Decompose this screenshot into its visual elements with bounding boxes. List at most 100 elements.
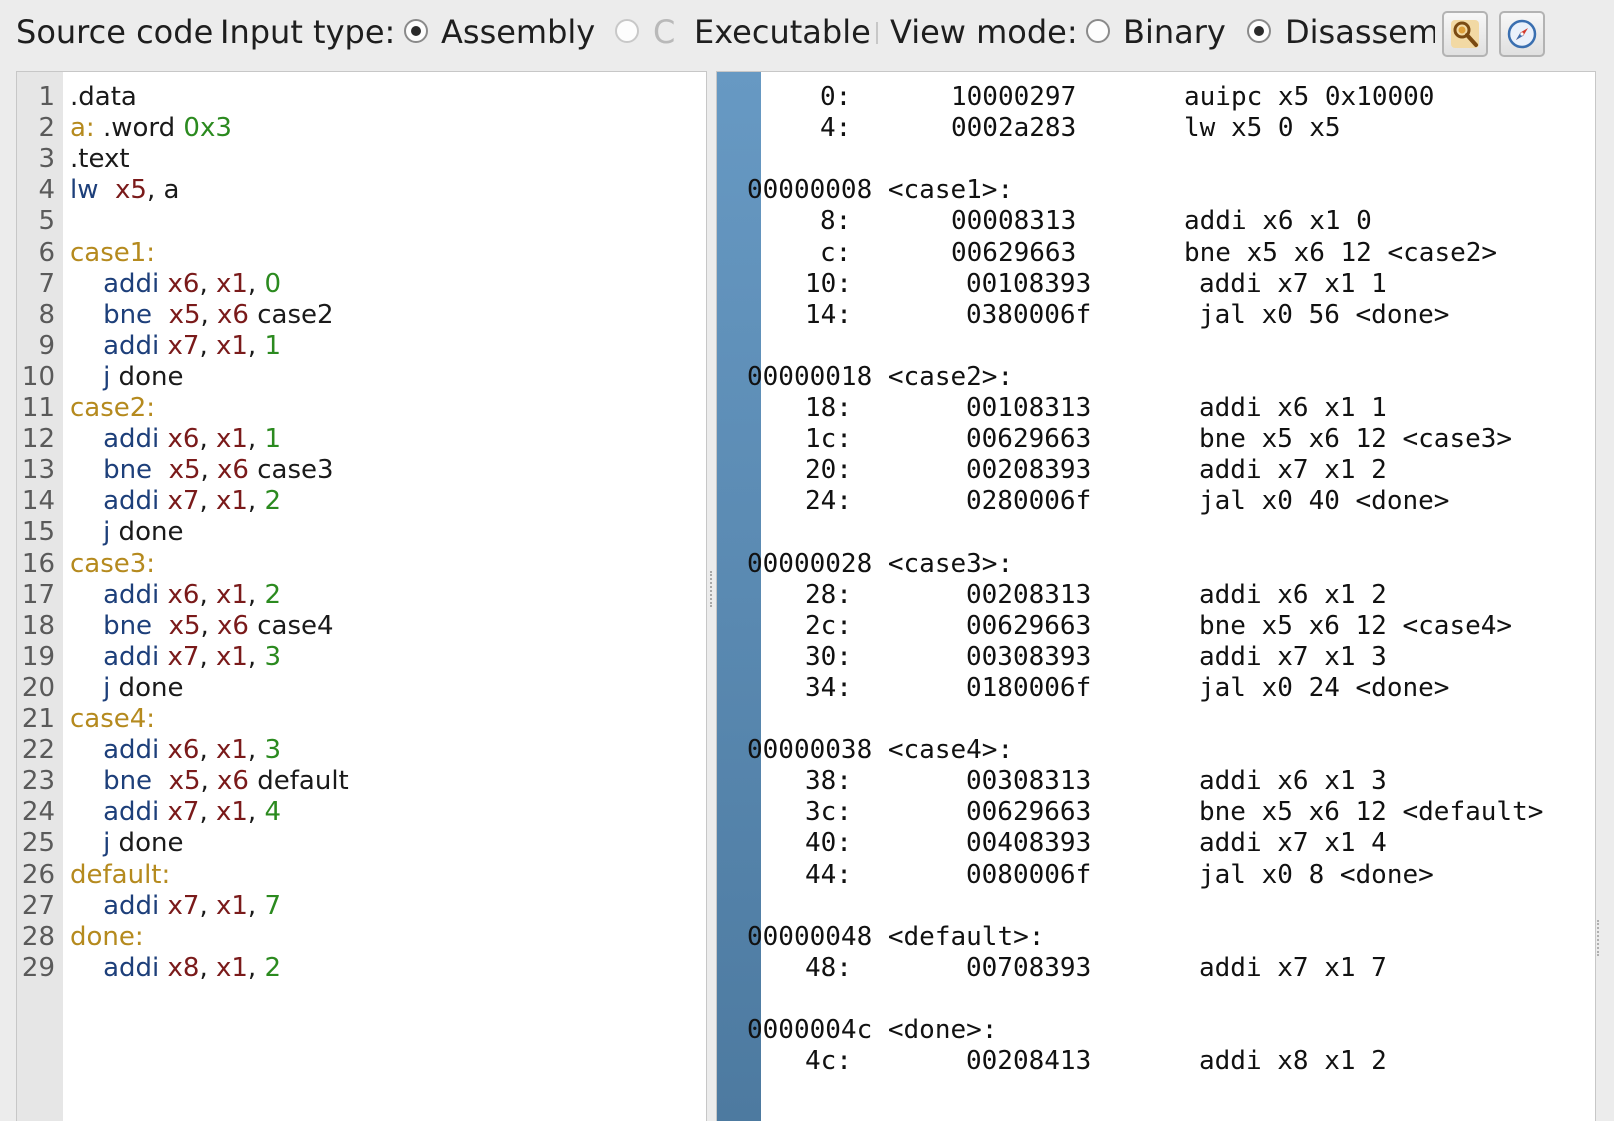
- code-token: x1: [215, 424, 248, 455]
- disassembly-address: 10:: [805, 268, 852, 299]
- source-line[interactable]: j done: [70, 361, 183, 393]
- source-line[interactable]: case3:: [70, 548, 155, 580]
- disassembly-hex: 00208313: [966, 579, 1092, 610]
- line-number: 16: [21, 548, 55, 579]
- source-line[interactable]: bne x5, x6 case4: [70, 610, 334, 642]
- source-line[interactable]: bne x5, x6 case3: [70, 454, 334, 486]
- radio-c[interactable]: [615, 19, 639, 43]
- source-line[interactable]: addi x7, x1, 3: [70, 641, 281, 673]
- radio-disassembly-label[interactable]: Disassem: [1285, 12, 1435, 52]
- source-line[interactable]: done:: [70, 921, 144, 953]
- executable-label[interactable]: Executable: [694, 12, 871, 52]
- code-token: x7: [167, 890, 200, 921]
- code-token: 7: [264, 890, 281, 921]
- radio-disassembly[interactable]: [1247, 19, 1271, 43]
- radio-binary[interactable]: [1086, 19, 1110, 43]
- disassembly-hex: 0380006f: [966, 299, 1092, 330]
- source-line[interactable]: case2:: [70, 392, 155, 424]
- code-token: case1:: [70, 237, 156, 268]
- code-token: x1: [215, 735, 248, 766]
- code-token: x5: [168, 610, 201, 641]
- source-line[interactable]: addi x7, x1, 7: [70, 890, 281, 922]
- radio-assembly[interactable]: [404, 19, 428, 43]
- source-line[interactable]: a: .word 0x3: [70, 112, 232, 144]
- source-line[interactable]: addi x6, x1, 0: [70, 268, 281, 300]
- source-line[interactable]: j done: [70, 516, 183, 548]
- line-number: 4: [38, 175, 55, 206]
- disassembly-view[interactable]: 0: 10000297 auipc x5 0x10000 4: 0002a283 lw x…: [716, 71, 1596, 1121]
- source-line[interactable]: addi x7, x1, 4: [70, 796, 281, 828]
- disassembly-section-header: 0000004c <done>:: [747, 1015, 998, 1045]
- source-line[interactable]: addi x6, x1, 1: [70, 423, 281, 455]
- code-token: x5: [115, 175, 147, 206]
- code-token: ,: [200, 766, 218, 797]
- code-token: bne: [103, 455, 153, 486]
- search-tool-button[interactable]: [1442, 11, 1488, 57]
- radio-binary-label[interactable]: Binary: [1123, 12, 1226, 52]
- code-token: ,: [247, 735, 265, 766]
- source-line[interactable]: addi x6, x1, 3: [70, 734, 281, 766]
- source-line[interactable]: .text: [70, 143, 130, 175]
- disassembly-hex: 00708393: [966, 952, 1092, 983]
- source-line[interactable]: bne x5, x6 default: [70, 765, 349, 797]
- line-number: 11: [21, 393, 55, 423]
- source-line[interactable]: bne x5, x6 case2: [70, 299, 334, 331]
- code-token: x1: [215, 797, 248, 828]
- pane-splitter[interactable]: [707, 71, 716, 1120]
- code-token: addi: [103, 797, 160, 828]
- source-code-editor[interactable]: 1 .data 2 a: .word 0x3 3 .text 4 lw x5, a 5 6 case…: [16, 71, 707, 1121]
- source-line[interactable]: addi x8, x1, 2: [70, 952, 281, 984]
- disassembly-address: 20:: [805, 455, 852, 486]
- code-token: 3: [264, 735, 281, 766]
- source-line[interactable]: case4:: [70, 703, 155, 735]
- compass-tool-button[interactable]: [1499, 11, 1545, 57]
- disassembly-address: 3c:: [805, 797, 852, 828]
- code-token: case3:: [70, 548, 156, 579]
- line-number: 5: [38, 206, 55, 237]
- code-token: x8: [167, 952, 200, 983]
- source-line[interactable]: j done: [70, 672, 183, 704]
- code-token: 4: [264, 797, 281, 828]
- source-line[interactable]: j done: [70, 827, 183, 859]
- source-line[interactable]: addi x6, x1, 2: [70, 579, 281, 611]
- code-token: 0x3: [183, 113, 232, 144]
- disassembly-instruction: addi x7 x1 4: [1199, 828, 1387, 859]
- code-token: x1: [215, 579, 248, 610]
- source-line[interactable]: default:: [70, 859, 170, 891]
- source-line[interactable]: addi x7, x1, 2: [70, 485, 281, 517]
- disassembly-section-header: 00000048 <default>:: [747, 921, 1045, 952]
- code-token: bne: [103, 610, 153, 641]
- radio-c-label[interactable]: C: [653, 12, 675, 52]
- code-token: ,: [247, 486, 265, 517]
- code-token: addi: [103, 890, 160, 921]
- disassembly-instruction: auipc x5 0x10000: [1184, 82, 1435, 112]
- search-person-icon: [1451, 20, 1479, 48]
- disassembly-instruction: addi x7 x1 2: [1199, 455, 1387, 486]
- code-token: default:: [70, 859, 171, 890]
- disassembly-hex: 0280006f: [966, 486, 1092, 517]
- source-line[interactable]: .data: [70, 81, 137, 113]
- radio-assembly-label[interactable]: Assembly: [441, 12, 595, 52]
- source-line[interactable]: lw x5, a: [70, 174, 179, 206]
- code-token: bne: [103, 299, 153, 330]
- compass-icon: [1507, 19, 1537, 49]
- splitter-grip[interactable]: [710, 571, 714, 607]
- code-token: case2: [248, 299, 334, 330]
- line-number: 17: [21, 579, 55, 610]
- resize-grip[interactable]: [1597, 920, 1601, 956]
- source-line[interactable]: addi x7, x1, 1: [70, 330, 281, 362]
- code-token: done:: [70, 921, 144, 952]
- code-token: x6: [217, 455, 249, 486]
- source-line[interactable]: case1:: [70, 237, 155, 269]
- code-token: x7: [167, 797, 200, 828]
